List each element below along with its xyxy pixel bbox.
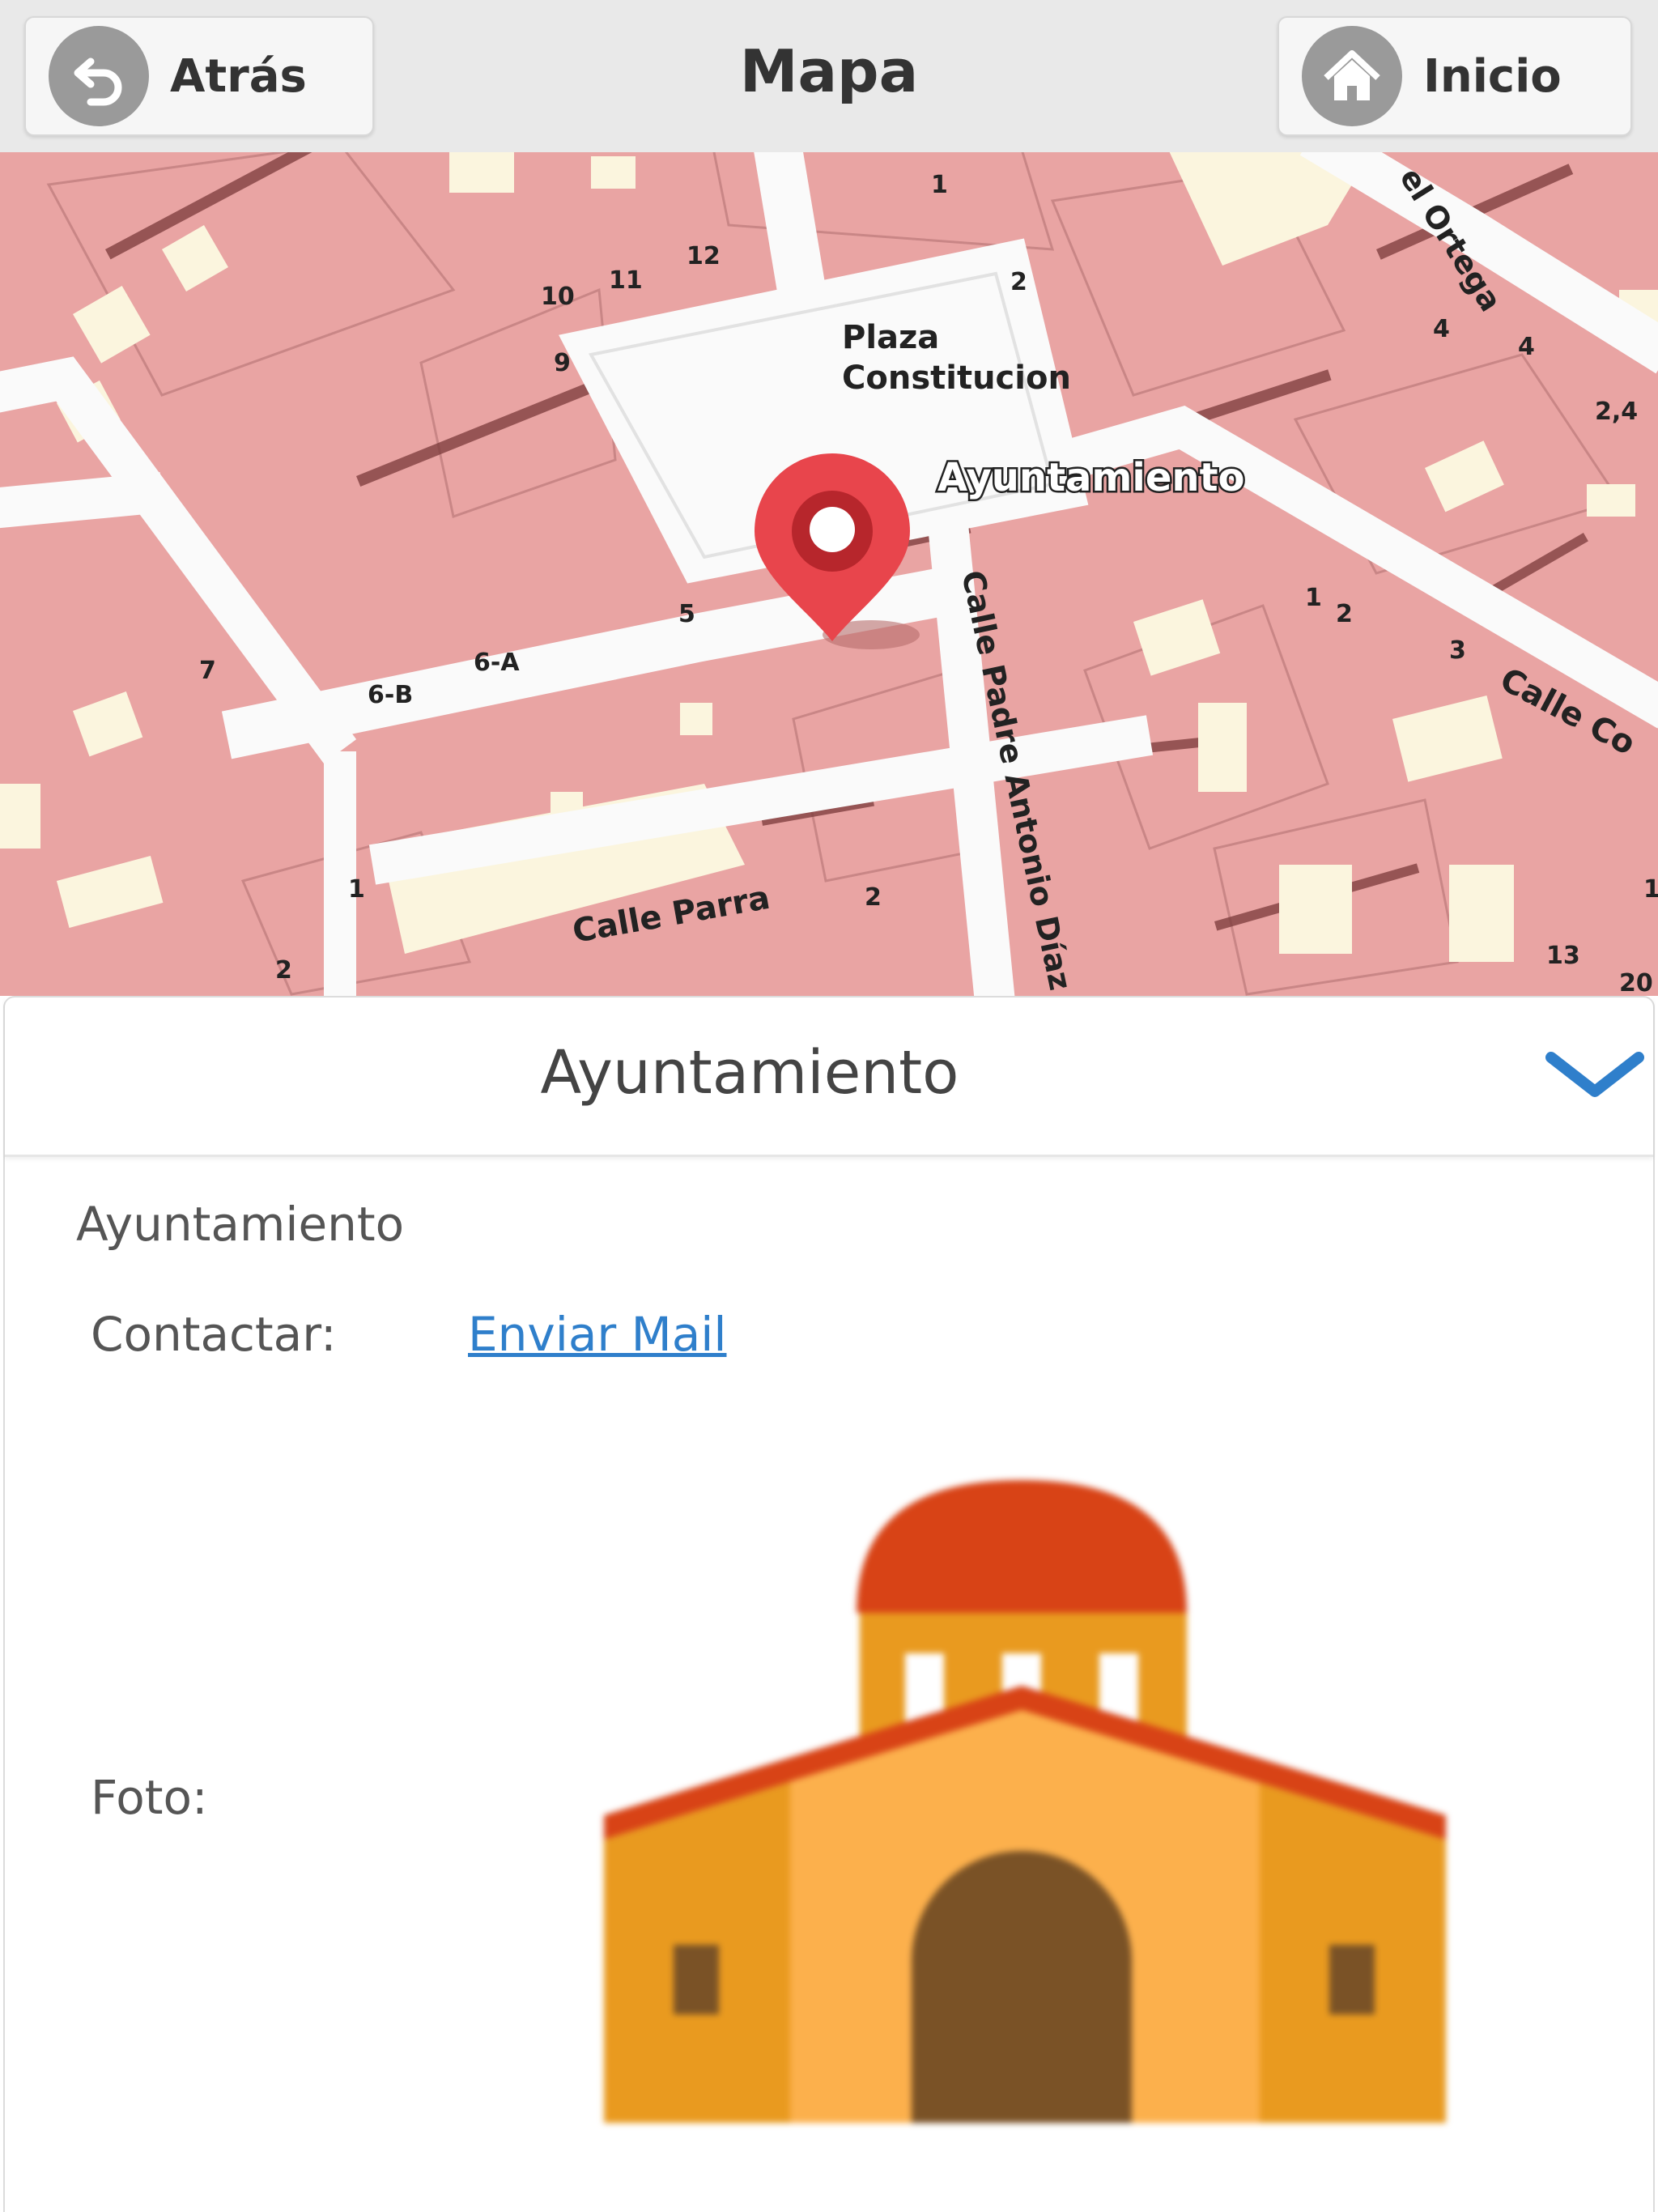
svg-text:4: 4 bbox=[1433, 315, 1450, 343]
town-hall-icon bbox=[604, 1480, 1446, 2123]
svg-text:3: 3 bbox=[1449, 636, 1466, 665]
top-bar: Atrás Mapa Inicio bbox=[0, 0, 1658, 154]
svg-text:5: 5 bbox=[678, 600, 695, 628]
map-place-label-line2: Constitucion bbox=[842, 359, 1071, 397]
detail-panel: Ayuntamiento Ayuntamiento Contactar: Env… bbox=[3, 996, 1655, 2212]
svg-text:2,4: 2,4 bbox=[1595, 398, 1638, 426]
photo-label: Foto: bbox=[91, 1770, 208, 1825]
contact-label: Contactar: bbox=[91, 1307, 337, 1362]
svg-text:12: 12 bbox=[687, 242, 721, 270]
place-name: Ayuntamiento bbox=[76, 1197, 405, 1252]
svg-text:4: 4 bbox=[1518, 333, 1535, 361]
svg-text:20: 20 bbox=[1619, 969, 1653, 996]
svg-text:13: 13 bbox=[1546, 942, 1580, 970]
svg-text:1: 1 bbox=[1305, 584, 1322, 612]
svg-text:6-B: 6-B bbox=[368, 681, 413, 709]
svg-text:9: 9 bbox=[554, 349, 571, 377]
home-button[interactable]: Inicio bbox=[1278, 16, 1632, 136]
svg-text:1: 1 bbox=[348, 875, 365, 904]
home-button-label: Inicio bbox=[1423, 49, 1562, 103]
svg-text:6-A: 6-A bbox=[474, 649, 520, 677]
svg-text:2: 2 bbox=[865, 883, 882, 912]
map-place-label-line1: Plaza bbox=[842, 319, 939, 356]
svg-text:2: 2 bbox=[275, 956, 292, 985]
svg-text:1: 1 bbox=[931, 171, 948, 199]
chevron-down-icon[interactable] bbox=[1543, 1046, 1647, 1104]
detail-panel-header[interactable]: Ayuntamiento bbox=[5, 998, 1653, 1157]
map-poi-label: Ayuntamiento bbox=[937, 455, 1245, 500]
home-icon bbox=[1302, 26, 1402, 126]
svg-text:1: 1 bbox=[1643, 875, 1658, 904]
svg-text:2: 2 bbox=[1336, 600, 1353, 628]
send-mail-link[interactable]: Enviar Mail bbox=[468, 1307, 726, 1362]
detail-panel-title: Ayuntamiento bbox=[540, 1038, 959, 1108]
svg-text:7: 7 bbox=[199, 657, 216, 685]
svg-text:2: 2 bbox=[1010, 268, 1027, 296]
svg-text:11: 11 bbox=[609, 266, 643, 295]
map-view[interactable]: Plaza Constitucion Ayuntamiento Calle Pa… bbox=[0, 152, 1658, 996]
svg-text:10: 10 bbox=[541, 283, 575, 311]
